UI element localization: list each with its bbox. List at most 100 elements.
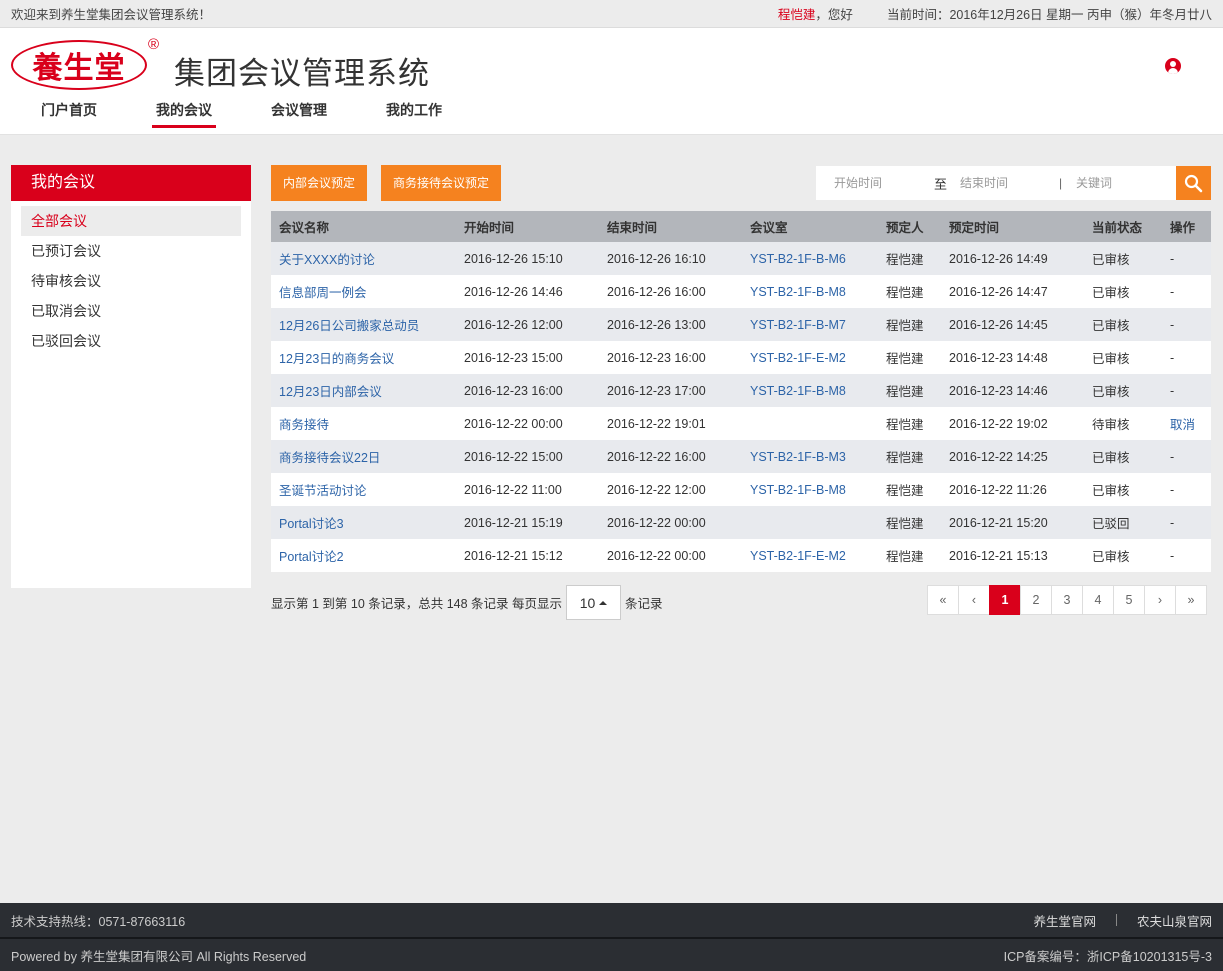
nav-my-work[interactable]: 我的工作 [386,100,442,126]
cell-meeting-name[interactable]: 商务接待 [271,407,456,440]
cell-meeting-name[interactable]: 圣诞节活动讨论 [271,473,456,506]
cell-operation: - [1170,449,1175,464]
logo[interactable]: 養生堂 ® [11,36,159,94]
records-suffix: 条记录 [625,597,663,611]
sidebar-item-pending[interactable]: 待审核会议 [21,266,241,296]
logo-text: 養生堂 [32,51,126,86]
cell-operation: - [1170,284,1175,299]
cell-meeting-name[interactable]: 12月26日公司搬家总动员 [271,308,456,341]
table-row: 12月23日内部会议 2016-12-23 16:00 2016-12-23 17:… [271,374,1211,407]
cancel-link[interactable]: 取消 [1162,407,1211,440]
sidebar-item-rejected[interactable]: 已驳回会议 [21,326,241,356]
cell-start-time: 2016-12-26 12:00 [464,317,563,332]
cell-meeting-name[interactable]: 关于XXXX的讨论 [271,242,456,275]
page-size-select[interactable]: 10 [566,585,622,620]
cell-booked-at: 2016-12-23 14:48 [949,350,1048,365]
page-button-2[interactable]: 2 [1020,585,1052,615]
pager: «‹ 1 2 3 4 5 ›» [927,585,1207,615]
cell-meeting-name[interactable]: 信息部周一例会 [271,275,456,308]
cell-meeting-name[interactable]: Portal讨论2 [271,539,456,572]
col-header-room: 会议室 [750,221,788,235]
cell-booker: 程恺建 [886,253,924,267]
to-label: 至 [934,176,948,192]
cell-end-time: 2016-12-26 16:00 [607,284,706,299]
cell-end-time: 2016-12-22 12:00 [607,482,706,497]
copyright-text: Powered by 养生堂集团有限公司 All Rights Reserved [11,949,307,964]
registered-mark: ® [147,36,159,53]
cell-status: 已审核 [1092,286,1130,300]
cell-operation: - [1170,383,1175,398]
cell-status: 已审核 [1092,253,1130,267]
support-hotline: 技术支持热线：0571-87663116 [11,914,186,929]
first-page-button[interactable]: « [927,585,959,615]
table-body: 关于XXXX的讨论 2016-12-26 15:10 2016-12-26 16:1… [271,242,1211,572]
greeting-text: ，您好 [815,8,853,22]
table-row: 圣诞节活动讨论 2016-12-22 11:00 2016-12-22 12:00 Y… [271,473,1211,506]
cell-status: 已审核 [1092,319,1130,333]
cell-booker: 程恺建 [886,352,924,366]
next-page-button[interactable]: › [1144,585,1176,615]
cell-meeting-name[interactable]: 12月23日的商务会议 [271,341,456,374]
nav-meeting-management[interactable]: 会议管理 [271,100,327,126]
col-header-operation: 操作 [1170,221,1196,235]
cell-start-time: 2016-12-23 16:00 [464,383,563,398]
col-header-end: 结束时间 [607,221,658,235]
prev-page-button[interactable]: ‹ [958,585,990,615]
page-button-3[interactable]: 3 [1051,585,1083,615]
cell-status: 已审核 [1092,451,1130,465]
username-link[interactable]: 程恺建 [778,4,816,23]
caret-up-icon [599,600,608,605]
cell-start-time: 2016-12-21 15:19 [464,515,563,530]
cell-room: YST-B2-1F-B-M6 [750,251,846,266]
page-button-1[interactable]: 1 [989,585,1021,615]
cell-status: 已审核 [1092,484,1130,498]
footer-links: 养生堂官网 农夫山泉官网 [1033,911,1212,930]
footer-link-yst[interactable]: 养生堂官网 [1033,911,1096,930]
meeting-table-container: 会议名称 开始时间 结束时间 会议室 预定人 预定时间 当前状态 操作 关于XX… [271,211,1211,572]
table-row: 商务接待 2016-12-22 00:00 2016-12-22 19:01 程恺建 2… [271,407,1211,440]
last-page-button[interactable]: » [1175,585,1207,615]
search-button[interactable] [1176,166,1211,200]
nav-my-meetings[interactable]: 我的会议 [152,100,216,128]
page-button-5[interactable]: 5 [1113,585,1145,615]
footer-link-nongfu[interactable]: 农夫山泉官网 [1137,911,1212,930]
top-bar-right: 程恺建 ，您好 当前时间：2016年12月26日 星期一 丙申（猴）年冬月廿八 [778,4,1212,23]
cell-operation: - [1170,251,1175,266]
end-time-input[interactable] [960,176,1055,190]
icp-text: ICP备案编号：浙ICP备10201315号-3 [1003,949,1212,964]
cell-booked-at: 2016-12-22 11:26 [949,482,1047,497]
cell-booked-at: 2016-12-26 14:49 [949,251,1048,266]
cell-end-time: 2016-12-22 19:01 [607,416,706,431]
cell-start-time: 2016-12-22 15:00 [464,449,563,464]
cell-room: YST-B2-1F-B-M3 [750,449,846,464]
sidebar-item-all[interactable]: 全部会议 [21,206,241,236]
internal-booking-button[interactable]: 内部会议预定 [271,165,367,201]
cell-room: YST-B2-1F-B-M7 [750,317,846,332]
cell-start-time: 2016-12-26 15:10 [464,251,563,266]
user-icon[interactable] [1165,58,1181,74]
cell-meeting-name[interactable]: 商务接待会议22日 [271,440,456,473]
sidebar-item-cancelled[interactable]: 已取消会议 [21,296,241,326]
business-booking-button[interactable]: 商务接待会议预定 [381,165,501,201]
cell-room: YST-B2-1F-B-M8 [750,482,846,497]
cell-end-time: 2016-12-26 16:10 [607,251,706,266]
keyword-input[interactable] [1076,176,1171,190]
logo-mark: 養生堂 [11,40,147,90]
cell-meeting-name[interactable]: Portal讨论3 [271,506,456,539]
cell-booker: 程恺建 [886,286,924,300]
sidebar-item-booked[interactable]: 已预订会议 [21,236,241,266]
cell-meeting-name[interactable]: 12月23日内部会议 [271,374,456,407]
header: 養生堂 ® 集团会议管理系统 门户首页 我的会议 会议管理 我的工作 [0,28,1223,135]
nav-portal-home[interactable]: 门户首页 [41,100,97,126]
cell-end-time: 2016-12-23 16:00 [607,350,706,365]
cell-room [742,506,878,539]
cell-booked-at: 2016-12-26 14:47 [949,284,1048,299]
cell-status: 已审核 [1092,550,1130,564]
cell-status: 已审核 [1092,385,1130,399]
cell-status: 待审核 [1092,418,1130,432]
start-time-input[interactable] [834,176,929,190]
search-bar: 至 | [816,166,1176,200]
cell-operation: - [1170,515,1175,530]
page-button-4[interactable]: 4 [1082,585,1114,615]
current-date: 当前时间：2016年12月26日 星期一 丙申（猴）年冬月廿八 [886,8,1212,22]
